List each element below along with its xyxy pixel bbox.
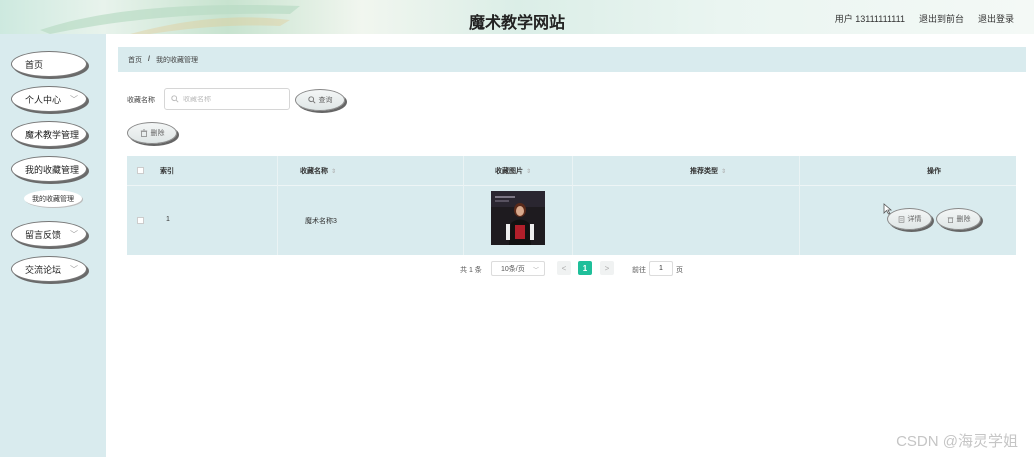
goto-unit: 页 bbox=[676, 267, 683, 274]
goto-label: 前往 bbox=[632, 267, 646, 274]
header-bar: 魔术教学网站 用户 13111111111 退出到前台 退出登录 bbox=[0, 0, 1034, 34]
detail-button-label: 详情 bbox=[907, 216, 922, 223]
sidebar-item-magic-teaching[interactable]: 魔术教学管理 bbox=[11, 121, 87, 147]
page-size-value: 10条/页 bbox=[501, 265, 525, 273]
goto-page-input[interactable]: 1 bbox=[649, 261, 673, 276]
batch-delete-button[interactable]: 删除 bbox=[127, 122, 177, 144]
breadcrumb-separator: / bbox=[148, 56, 150, 63]
chevron-down-icon: ﹀ bbox=[532, 268, 539, 274]
header-type-label: 推荐类型 bbox=[690, 168, 718, 175]
query-button[interactable]: 查询 bbox=[295, 89, 345, 111]
trash-icon bbox=[140, 129, 147, 137]
delete-button-label: 删除 bbox=[150, 130, 165, 137]
page-size-select[interactable]: 10条/页 ﹀ bbox=[491, 261, 545, 276]
row-index: 1 bbox=[166, 216, 170, 223]
mouse-cursor-icon bbox=[883, 203, 893, 215]
next-page-button[interactable]: > bbox=[600, 261, 614, 275]
search-input[interactable] bbox=[183, 95, 283, 103]
chevron-down-icon: ﹀ bbox=[70, 230, 78, 239]
search-label: 收藏名称 bbox=[127, 97, 155, 104]
query-button-label: 查询 bbox=[318, 97, 333, 104]
back-to-front-link[interactable]: 退出到前台 bbox=[919, 12, 964, 25]
sidebar-item-feedback[interactable]: 留言反馈 ﹀ bbox=[11, 221, 87, 247]
search-field[interactable] bbox=[164, 88, 290, 110]
row-checkbox[interactable] bbox=[137, 217, 144, 224]
chevron-down-icon: ﹀ bbox=[70, 95, 78, 104]
sidebar-item-my-favorites[interactable]: 我的收藏管理 bbox=[11, 156, 87, 182]
sort-icon: ⇕ bbox=[721, 169, 727, 175]
header-name-label: 收藏名称 bbox=[300, 168, 328, 175]
header-image[interactable]: 收藏图片 ⇕ bbox=[495, 166, 531, 176]
favorite-image bbox=[491, 191, 545, 245]
header-actions: 操作 bbox=[927, 168, 941, 175]
sidebar-item-forum[interactable]: 交流论坛 ﹀ bbox=[11, 256, 87, 282]
header-name[interactable]: 收藏名称 ⇕ bbox=[300, 166, 336, 176]
sidebar-item-label: 我的收藏管理 bbox=[25, 164, 80, 175]
watermark: CSDN @海灵学姐 bbox=[896, 433, 1018, 450]
logout-link[interactable]: 退出登录 bbox=[978, 12, 1014, 25]
user-label: 用户 13111111111 bbox=[834, 14, 905, 24]
sidebar-subitem-my-favorites[interactable]: 我的收藏管理 bbox=[24, 190, 82, 207]
detail-button[interactable]: 详情 bbox=[887, 208, 932, 230]
document-icon bbox=[898, 215, 904, 223]
trash-icon bbox=[947, 216, 953, 223]
sidebar-item-label: 个人中心 bbox=[25, 94, 62, 105]
sidebar-item-label: 首页 bbox=[25, 59, 44, 70]
search-icon bbox=[171, 95, 179, 103]
page-1-button[interactable]: 1 bbox=[578, 261, 592, 275]
select-all-checkbox[interactable] bbox=[137, 167, 144, 174]
sidebar-item-personal-center[interactable]: 个人中心 ﹀ bbox=[11, 86, 87, 112]
sidebar-item-label: 交流论坛 bbox=[25, 264, 62, 275]
search-icon bbox=[307, 96, 316, 104]
breadcrumb: 首页 / 我的收藏管理 bbox=[118, 47, 1026, 72]
row-delete-button-label: 删除 bbox=[956, 216, 971, 223]
sidebar-item-label: 留言反馈 bbox=[25, 229, 62, 240]
sidebar-item-label: 魔术教学管理 bbox=[25, 129, 80, 140]
header-type[interactable]: 推荐类型 ⇕ bbox=[690, 166, 726, 176]
sidebar-item-home[interactable]: 首页 bbox=[11, 51, 87, 77]
row-name: 魔术名称3 bbox=[305, 218, 337, 225]
header-image-label: 收藏图片 bbox=[495, 168, 523, 175]
chevron-down-icon: ﹀ bbox=[70, 265, 78, 274]
sort-icon: ⇕ bbox=[526, 169, 532, 175]
breadcrumb-home[interactable]: 首页 bbox=[128, 55, 142, 65]
header-index: 索引 bbox=[160, 168, 174, 175]
favorite-image-picture bbox=[491, 191, 545, 245]
pagination-total: 共 1 条 bbox=[460, 267, 482, 274]
sort-icon: ⇕ bbox=[331, 169, 337, 175]
breadcrumb-current: 我的收藏管理 bbox=[155, 56, 198, 64]
row-delete-button[interactable]: 删除 bbox=[936, 208, 981, 230]
prev-page-button[interactable]: < bbox=[557, 261, 571, 275]
